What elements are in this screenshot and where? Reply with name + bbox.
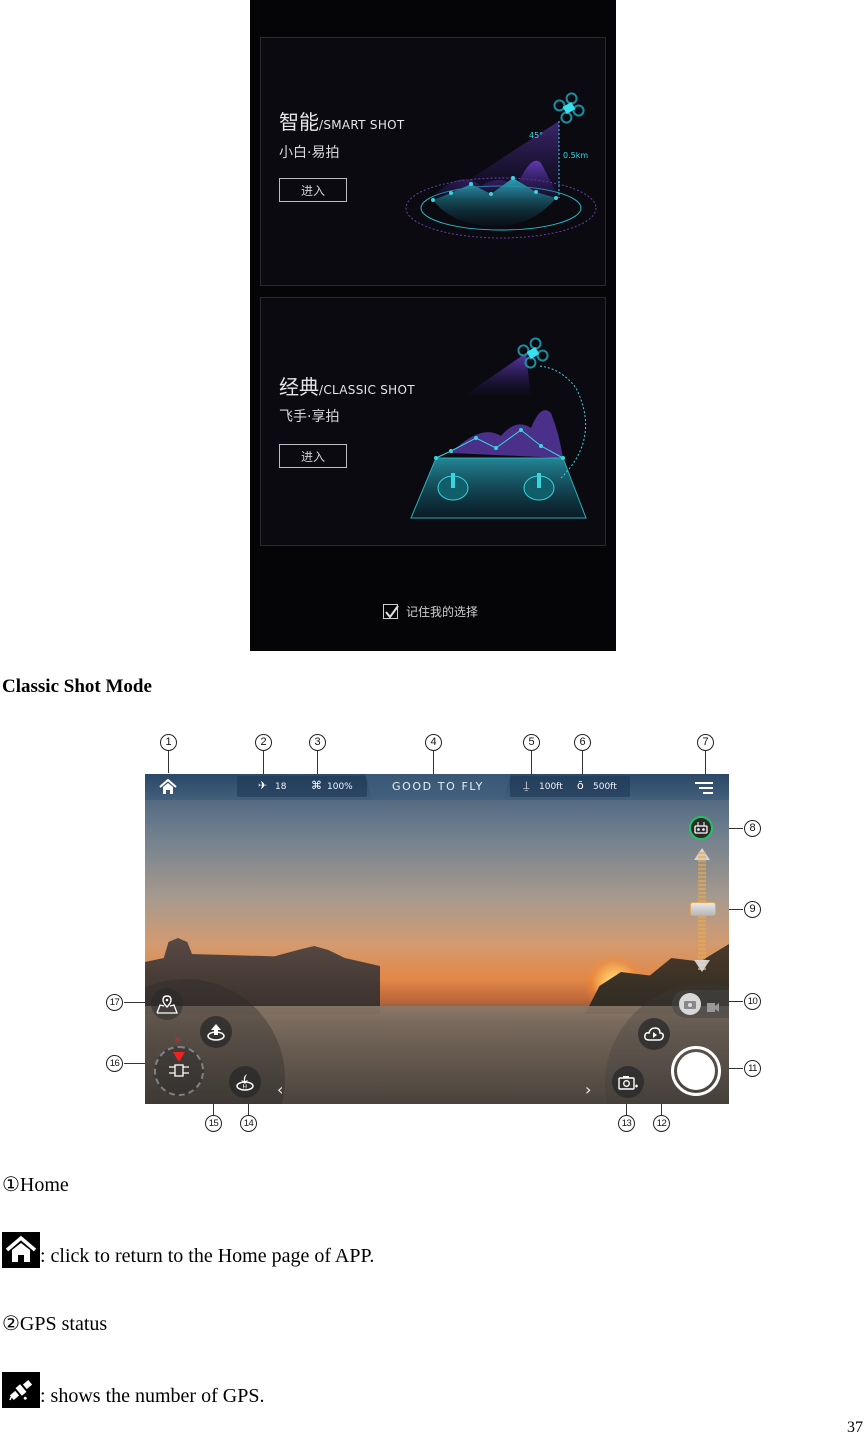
section-heading: Classic Shot Mode (2, 676, 152, 697)
callout-7: 7 (697, 734, 714, 751)
camera-settings-button[interactable] (612, 1066, 644, 1098)
heading-arrow-icon (173, 1052, 185, 1062)
callout-15: 15 (205, 1115, 222, 1132)
callout-2: 2 (255, 734, 272, 751)
classic-shot-card[interactable]: 经典/CLASSIC SHOT 飞手·享拍 进入 (260, 297, 606, 546)
takeoff-button[interactable] (200, 1016, 232, 1048)
classic-shot-illustration (410, 337, 587, 519)
leader-line (124, 1002, 146, 1003)
gps-satellite-icon (2, 1372, 40, 1408)
smart-shot-title: 智能/SMART SHOT (279, 110, 405, 134)
classic-shot-enter-button[interactable]: 进入 (279, 444, 347, 468)
callout-17: 17 (106, 994, 123, 1011)
home-button[interactable] (159, 778, 177, 800)
camera-plus-icon (618, 1075, 638, 1090)
gps-count: 18 (275, 782, 287, 792)
smart-shot-subtitle: 小白·易拍 (279, 145, 340, 161)
callout-14: 14 (240, 1115, 257, 1132)
takeoff-icon (207, 1024, 225, 1041)
video-icon (707, 1003, 719, 1012)
drone-icon (553, 92, 585, 124)
gps-heading: ②GPS status (2, 1313, 108, 1335)
callout-10: 10 (744, 993, 761, 1010)
leader-line (729, 1001, 743, 1002)
page-number: 37 (847, 1419, 863, 1436)
gallery-button[interactable] (638, 1018, 670, 1050)
video-mode-option[interactable] (707, 999, 719, 1017)
callout-16: 16 (106, 1055, 123, 1072)
battery-level: 100% (327, 782, 353, 792)
remember-choice-label: 记住我的选择 (406, 605, 479, 619)
menu-button[interactable] (695, 781, 713, 800)
return-home-button[interactable]: H (229, 1066, 261, 1098)
home-heading: ①Home (2, 1174, 69, 1196)
smart-shot-illustration: 45° 0.5km (405, 92, 597, 239)
shutter-button[interactable] (671, 1046, 721, 1096)
checkbox-checked-icon (383, 604, 399, 619)
callout-12: 12 (653, 1115, 670, 1132)
angle-label: 45° (529, 131, 543, 140)
smart-shot-enter-button[interactable]: 进入 (279, 178, 347, 202)
leader-line (124, 1063, 146, 1064)
callout-11: 11 (744, 1060, 761, 1077)
callout-4: 4 (425, 734, 442, 751)
distance-label: 0.5km (563, 151, 588, 160)
compass-attitude-indicator: N (154, 1036, 204, 1096)
remote-controller-status[interactable] (689, 816, 713, 840)
callout-1: 1 (160, 734, 177, 751)
map-pin-icon (156, 995, 178, 1014)
smart-shot-card[interactable]: 智能/SMART SHOT 小白·易拍 进入 45° 0.5km (260, 37, 606, 286)
photo-mode-option[interactable] (679, 993, 701, 1015)
distance-value: 500ft (593, 782, 617, 792)
home-icon (159, 778, 177, 794)
photo-video-toggle[interactable] (672, 990, 729, 1018)
home-icon (2, 1232, 40, 1268)
flight-status: GOOD TO FLY (392, 780, 484, 793)
classic-shot-subtitle: 飞手·享拍 (279, 409, 340, 425)
classic-shot-fly-screen: ✈ 18 ⌘ 100% GOOD TO FLY ⍊ 100ft ō 500ft (145, 774, 729, 1104)
altitude-value: 100ft (539, 782, 563, 792)
gps-satellite-icon: ✈ (258, 779, 268, 792)
compass-north-label: N (175, 1036, 181, 1044)
camera-icon (684, 1001, 696, 1009)
drone-top-icon (169, 1064, 189, 1077)
callout-5: 5 (523, 734, 540, 751)
home-description-text: : click to return to the Home page of AP… (40, 1245, 375, 1267)
callout-9: 9 (744, 901, 761, 918)
prev-arrow[interactable]: ‹ (277, 1080, 283, 1099)
cloud-play-icon (644, 1027, 664, 1041)
map-button[interactable] (151, 988, 183, 1020)
altitude-icon: ⍊ (523, 779, 530, 792)
menu-icon (695, 782, 713, 794)
return-to-home-icon: H (236, 1074, 254, 1091)
gps-description-text: : shows the number of GPS. (40, 1385, 265, 1407)
descend-arrow-icon (694, 960, 710, 972)
status-top-bar: ✈ 18 ⌘ 100% GOOD TO FLY ⍊ 100ft ō 500ft (145, 774, 729, 800)
remember-choice-checkbox[interactable]: 记住我的选择 (383, 603, 478, 620)
leader-line (168, 751, 169, 773)
callout-6: 6 (574, 734, 591, 751)
drone-battery-icon: ⌘ (311, 779, 322, 792)
callout-13: 13 (618, 1115, 635, 1132)
home-description: : click to return to the Home page of AP… (2, 1232, 374, 1268)
distance-icon: ō (577, 779, 584, 792)
next-arrow[interactable]: › (585, 1080, 591, 1099)
mode-select-screenshot: 智能/SMART SHOT 小白·易拍 进入 45° 0.5km 经典/CLAS… (250, 0, 616, 651)
callout-8: 8 (744, 820, 761, 837)
callout-3: 3 (309, 734, 326, 751)
gps-description: : shows the number of GPS. (2, 1372, 264, 1408)
remote-controller-icon (694, 822, 708, 834)
svg-text:H: H (243, 1084, 248, 1091)
altitude-slider-thumb[interactable] (690, 902, 716, 916)
shutter-inner (677, 1052, 715, 1090)
